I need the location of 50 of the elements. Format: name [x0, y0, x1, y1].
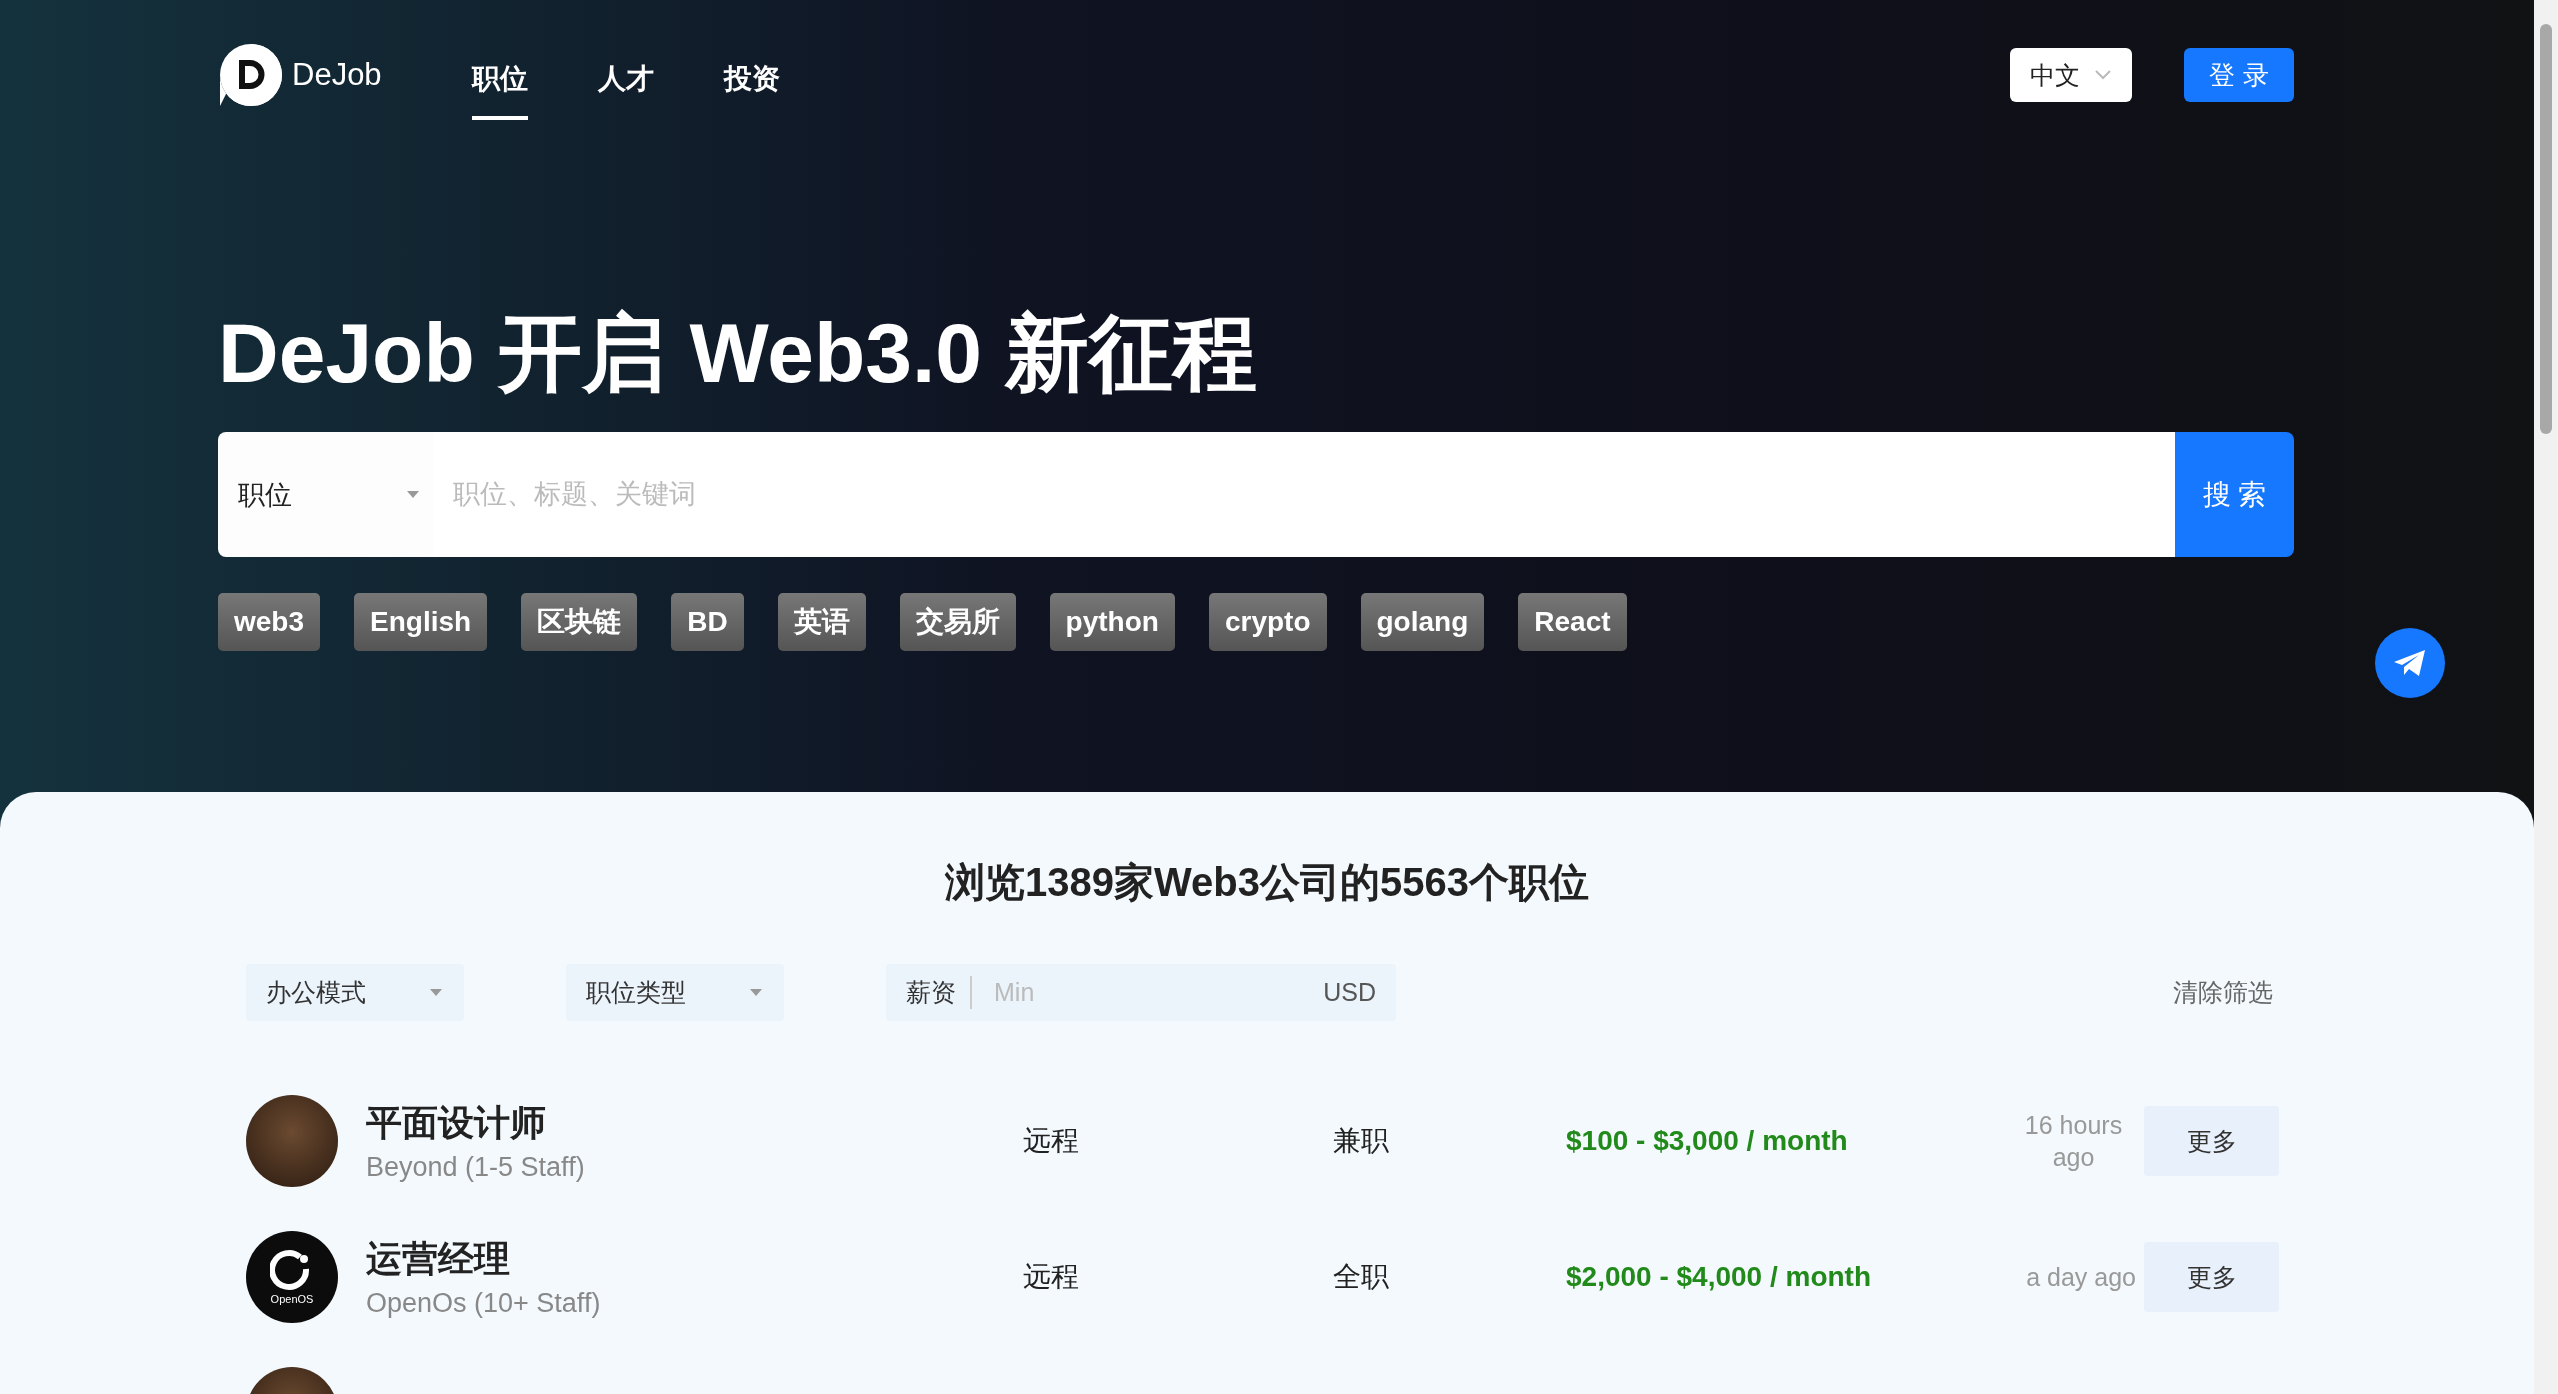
keyword-tag[interactable]: web3: [218, 593, 321, 651]
scrollbar[interactable]: [2534, 0, 2558, 1394]
logo-text: DeJob: [292, 57, 382, 93]
keyword-tag[interactable]: crypto: [1208, 593, 1327, 651]
currency-label: USD: [1323, 978, 1376, 1007]
chevron-icon: [2094, 69, 2112, 81]
hero-title: DeJob 开启 Web3.0 新征程: [218, 305, 1259, 402]
salary-label: 薪资: [906, 976, 972, 1009]
salary-text: $2,000 - $4,000 / month: [1565, 1261, 1873, 1293]
job-title[interactable]: 运营经理: [366, 1235, 601, 1284]
min-salary-input[interactable]: Min: [992, 977, 1324, 1008]
keyword-tag[interactable]: python: [1049, 593, 1175, 651]
keyword-tag[interactable]: 交易所: [899, 593, 1016, 651]
nav-tab[interactable]: 投资: [723, 42, 780, 120]
job-type-text: 兼职: [1332, 1124, 1390, 1158]
company-name: OpenOs (10+ Staff): [366, 1288, 601, 1319]
keyword-tag[interactable]: 英语: [777, 593, 866, 651]
section-heading: 浏览1389家Web3公司的5563个职位: [944, 859, 1590, 906]
salary-filter[interactable]: 薪资 Min USD: [886, 964, 1396, 1021]
keyword-tag[interactable]: 区块链: [521, 593, 638, 651]
logo-icon: [220, 44, 282, 106]
clear-filters-link[interactable]: 清除筛选: [2167, 975, 2279, 1010]
caret-icon: [428, 987, 444, 998]
language-select[interactable]: 中文: [2010, 48, 2132, 102]
login-button[interactable]: 登 录: [2184, 48, 2294, 102]
company-name: Beyond (1-5 Staff): [366, 1152, 585, 1183]
keyword-tag[interactable]: golang: [1360, 593, 1485, 651]
work-mode-select[interactable]: 办公模式: [246, 964, 464, 1021]
keyword-tag[interactable]: BD: [671, 593, 744, 651]
job-type-text: 全职: [1332, 1260, 1390, 1294]
more-button[interactable]: 更多: [2144, 1106, 2279, 1176]
keyword-tag[interactable]: English: [354, 593, 488, 651]
posted-time: a day ago: [2026, 1261, 2136, 1293]
search-field[interactable]: 职位、标题、关键词: [433, 432, 2175, 557]
caret-icon: [405, 489, 421, 500]
nav-tab[interactable]: 职位: [471, 42, 528, 120]
job-title[interactable]: 平面设计师: [366, 1099, 585, 1148]
salary-text: $100 - $3,000 / month: [1565, 1125, 1849, 1157]
keyword-tag[interactable]: React: [1518, 593, 1627, 651]
location-text: 远程: [1022, 1124, 1080, 1158]
location-text: 远程: [1022, 1260, 1080, 1294]
caret-icon: [748, 987, 764, 998]
paper-plane-icon: [2393, 648, 2427, 678]
logo-text: OpenOS: [270, 1293, 314, 1305]
category-select[interactable]: 职位: [218, 432, 433, 557]
nav-tab[interactable]: 人才: [597, 42, 654, 120]
more-button[interactable]: 更多: [2144, 1242, 2279, 1312]
posted-time: 16 hours ago: [2023, 1109, 2124, 1173]
job-type-select[interactable]: 职位类型: [566, 964, 784, 1021]
search-button[interactable]: 搜 索: [2175, 432, 2294, 557]
